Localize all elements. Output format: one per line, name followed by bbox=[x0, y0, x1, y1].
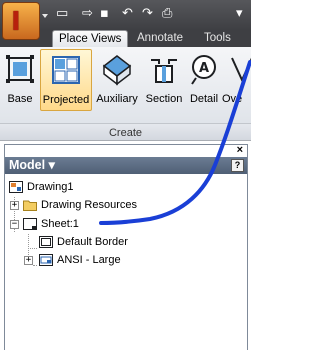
sheet-icon bbox=[23, 218, 37, 230]
application-menu-button[interactable]: I bbox=[2, 2, 40, 40]
overlay-view-icon bbox=[231, 57, 251, 83]
redo-icon[interactable]: ↷ bbox=[142, 6, 153, 22]
expand-icon[interactable]: + bbox=[10, 201, 19, 210]
tab-tools[interactable]: Tools bbox=[198, 30, 237, 47]
browser-header: Model ▾ ? bbox=[5, 157, 247, 174]
tree-item-sheet-1[interactable]: Sheet:1 bbox=[23, 216, 223, 233]
base-view-label: Base bbox=[7, 93, 33, 105]
auxiliary-view-label: Auxiliary bbox=[96, 93, 138, 105]
inventor-app-icon: I bbox=[11, 7, 21, 37]
ribbon-group-create: Create bbox=[0, 123, 251, 141]
tree-connector bbox=[28, 248, 37, 249]
section-view-label: Section bbox=[145, 93, 183, 105]
tree-item-label: Default Border bbox=[57, 236, 128, 248]
expand-icon[interactable]: + bbox=[24, 256, 33, 265]
projected-view-label: Projected bbox=[42, 94, 90, 106]
model-browser: × Model ▾ ? Drawing1 + Drawing Resources… bbox=[4, 144, 248, 350]
overlay-view-button[interactable]: Ove bbox=[222, 49, 251, 111]
detail-view-icon: A bbox=[191, 55, 216, 85]
base-view-icon bbox=[6, 55, 34, 83]
title-block-icon bbox=[39, 254, 53, 266]
tree-item-label: Drawing1 bbox=[27, 181, 74, 193]
auxiliary-view-icon bbox=[102, 55, 132, 86]
close-icon[interactable]: × bbox=[237, 145, 243, 156]
section-view-icon bbox=[151, 59, 177, 83]
undo-icon[interactable]: ↶ bbox=[122, 6, 133, 22]
print-icon[interactable]: ⎙ bbox=[162, 6, 172, 22]
tree-item-ansi-large[interactable]: ANSI - Large bbox=[39, 252, 229, 269]
projected-view-icon bbox=[52, 56, 80, 84]
projected-view-button[interactable]: Projected bbox=[40, 49, 92, 111]
tree-item-label: Sheet:1 bbox=[41, 218, 79, 230]
open-icon[interactable]: ⇨ bbox=[82, 6, 93, 22]
tree-item-label: Drawing Resources bbox=[41, 199, 137, 211]
tab-place-views[interactable]: Place Views bbox=[52, 30, 129, 47]
drawing-icon bbox=[9, 181, 23, 193]
svg-text:A: A bbox=[199, 61, 209, 76]
tree-item-drawing1[interactable]: Drawing1 bbox=[9, 179, 209, 196]
section-view-button[interactable]: Section bbox=[142, 49, 186, 111]
border-icon bbox=[39, 236, 53, 248]
auxiliary-view-button[interactable]: Auxiliary bbox=[92, 49, 142, 111]
browser-title-dropdown[interactable]: Model ▾ bbox=[9, 158, 55, 173]
new-icon[interactable]: ▭ bbox=[56, 6, 68, 22]
tree-item-default-border[interactable]: Default Border bbox=[39, 234, 229, 251]
collapse-icon[interactable]: − bbox=[10, 220, 19, 229]
dropdown-icon[interactable]: ▾ bbox=[236, 6, 243, 22]
save-icon[interactable]: ▪ bbox=[100, 6, 109, 22]
detail-view-label: Detail bbox=[189, 93, 219, 105]
app-menu-arrow-icon[interactable] bbox=[42, 14, 48, 18]
tree-item-label: ANSI - Large bbox=[57, 254, 121, 266]
tree-connector bbox=[33, 265, 37, 266]
tab-annotate[interactable]: Annotate bbox=[131, 30, 189, 47]
tree-item-drawing-resources[interactable]: Drawing Resources bbox=[23, 197, 223, 214]
base-view-button[interactable]: Base bbox=[0, 49, 40, 111]
detail-view-button[interactable]: A Detail bbox=[186, 49, 222, 111]
folder-icon bbox=[23, 200, 37, 211]
help-icon[interactable]: ? bbox=[231, 159, 244, 172]
overlay-view-label: Ove bbox=[222, 93, 243, 105]
